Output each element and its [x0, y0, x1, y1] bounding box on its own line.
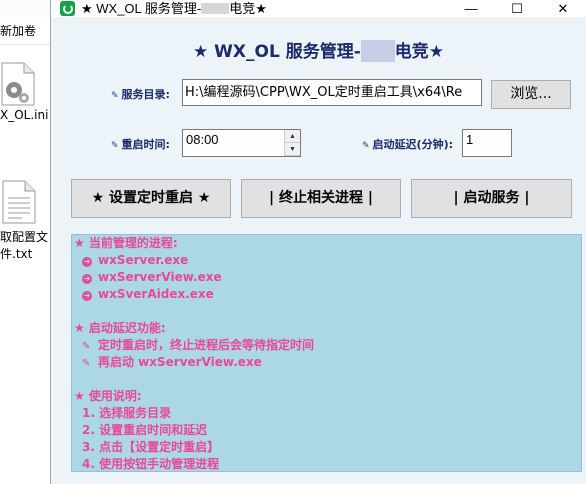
- divider: [0, 44, 50, 45]
- spin-down-icon[interactable]: ▼: [285, 143, 300, 156]
- startup-delay-label: ✎ 启动延迟(分钟):: [362, 136, 453, 152]
- spin-up-icon[interactable]: ▲: [285, 130, 300, 143]
- service-dir-input[interactable]: H:\编程源码\CPP\WX_OL定时重启工具\x64\Re: [182, 79, 482, 106]
- list-item: 1. 选择服务目录: [82, 406, 172, 420]
- ini-file-label[interactable]: X_OL.ini: [0, 108, 48, 122]
- list-item: 4. 使用按钮手动管理进程: [82, 457, 220, 471]
- list-item: ✎ 定时重启时，终止进程后会等待指定时间: [82, 337, 314, 355]
- list-item: ➜ wxSverAidex.exe: [82, 287, 214, 301]
- txt-file-label[interactable]: 取配置文件.txt: [0, 229, 50, 263]
- usage-title: ★ 使用说明:: [74, 389, 142, 403]
- time-spinner[interactable]: ▲ ▼: [284, 130, 300, 156]
- redacted-block: [201, 3, 230, 14]
- page-title: ★ WX_OL 服务管理- 电竞★: [51, 37, 586, 62]
- restart-time-label: ✎ 重启时间:: [111, 136, 170, 152]
- startup-delay-input[interactable]: 1: [462, 129, 512, 157]
- delay-title: ★ 启动延迟功能:: [74, 321, 166, 335]
- window-title: ★ WX_OL 服务管理- 电竞★: [81, 0, 267, 17]
- pencil-icon: ✎: [362, 141, 370, 151]
- arrow-circle-icon: ➜: [82, 291, 92, 301]
- drive-label[interactable]: 新加卷: [0, 22, 36, 39]
- list-item: 3. 点击【设置定时重启】: [82, 440, 220, 454]
- arrow-circle-icon: ➜: [82, 257, 92, 267]
- service-dir-label-text: 服务目录:: [121, 88, 170, 101]
- maximize-button[interactable]: ☐: [494, 0, 540, 17]
- refresh-app-icon: [60, 1, 75, 16]
- window-title-prefix: ★ WX_OL 服务管理-: [81, 1, 202, 16]
- service-dir-label: ✎ 服务目录:: [111, 86, 170, 102]
- set-schedule-button[interactable]: ★ 设置定时重启 ★: [71, 179, 231, 218]
- pencil-icon: ✎: [82, 358, 91, 369]
- startup-delay-label-text: 启动延迟(分钟):: [372, 138, 454, 151]
- pencil-icon: ✎: [111, 91, 119, 101]
- start-service-button[interactable]: | 启动服务 |: [411, 179, 572, 218]
- page-title-prefix: ★ WX_OL 服务管理-: [192, 42, 361, 62]
- restart-time-label-text: 重启时间:: [121, 138, 170, 151]
- txt-file-icon[interactable]: [2, 180, 36, 224]
- desktop-explorer: 新加卷 X_OL.ini 取配置文件.txt: [0, 0, 50, 484]
- arrow-circle-icon: ➜: [82, 274, 92, 284]
- list-item: 2. 设置重启时间和延迟: [82, 423, 208, 437]
- title-bar[interactable]: ★ WX_OL 服务管理- 电竞★ — ☐ ✕: [51, 0, 586, 17]
- list-item: ✎ 再启动 wxServerView.exe: [82, 354, 262, 372]
- close-button[interactable]: ✕: [540, 0, 586, 17]
- explorer-toolbar: [0, 0, 50, 17]
- page-title-suffix: 电竞★: [394, 42, 445, 62]
- pencil-icon: ✎: [111, 141, 119, 151]
- ini-file-icon[interactable]: [0, 62, 36, 106]
- list-item: ➜ wxServerView.exe: [82, 270, 222, 284]
- info-panel: ★ 当前管理的进程: ➜ wxServer.exe ➜ wxServerView.e…: [71, 234, 582, 472]
- minimize-button[interactable]: —: [448, 0, 494, 17]
- browse-button[interactable]: 浏览...: [491, 80, 571, 109]
- redacted-block: [360, 40, 395, 62]
- window-title-suffix: 电竞★: [229, 1, 267, 16]
- list-item: ➜ wxServer.exe: [82, 253, 189, 267]
- terminate-process-button[interactable]: | 终止相关进程 |: [241, 179, 401, 218]
- app-window: ★ WX_OL 服务管理- 电竞★ — ☐ ✕ ★ WX_OL 服务管理- 电竞★ …: [50, 0, 586, 484]
- processes-title: ★ 当前管理的进程:: [74, 236, 178, 250]
- pencil-icon: ✎: [82, 341, 91, 352]
